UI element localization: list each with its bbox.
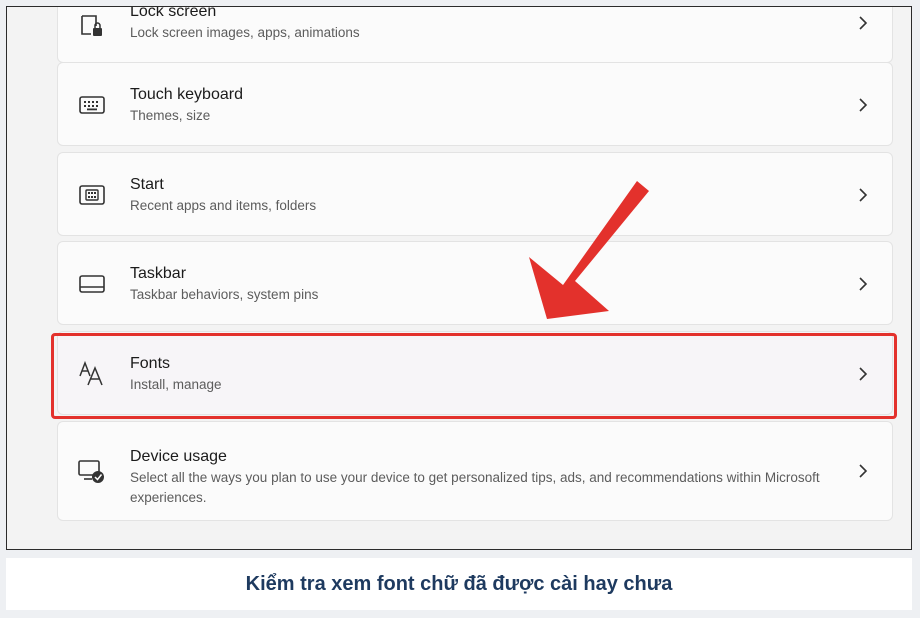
settings-item-touch-keyboard[interactable]: Touch keyboard Themes, size bbox=[57, 62, 893, 146]
taskbar-icon bbox=[78, 270, 106, 298]
chevron-right-icon bbox=[856, 464, 870, 478]
settings-item-start[interactable]: Start Recent apps and items, folders bbox=[57, 152, 893, 236]
chevron-right-icon bbox=[856, 16, 870, 30]
settings-item-title: Device usage bbox=[130, 448, 227, 465]
settings-item-title: Lock screen bbox=[130, 6, 217, 20]
settings-item-taskbar[interactable]: Taskbar Taskbar behaviors, system pins bbox=[57, 241, 893, 325]
chevron-right-icon bbox=[856, 277, 870, 291]
settings-item-subtitle: Taskbar behaviors, system pins bbox=[130, 287, 319, 302]
fonts-highlight-box bbox=[51, 333, 897, 419]
settings-item-title: Start bbox=[130, 176, 164, 193]
image-caption: Kiểm tra xem font chữ đã được cài hay ch… bbox=[6, 558, 912, 610]
settings-item-device-usage[interactable]: Device usage Select all the ways you pla… bbox=[57, 421, 893, 521]
device-usage-icon bbox=[78, 458, 106, 486]
settings-item-title: Taskbar bbox=[130, 265, 187, 282]
keyboard-icon bbox=[78, 91, 106, 119]
settings-item-subtitle: Lock screen images, apps, animations bbox=[130, 25, 360, 40]
chevron-right-icon bbox=[856, 188, 870, 202]
settings-item-lock-screen[interactable]: Lock screen Lock screen images, apps, an… bbox=[57, 6, 893, 63]
lock-screen-icon bbox=[78, 12, 106, 40]
chevron-right-icon bbox=[856, 98, 870, 112]
settings-item-subtitle: Recent apps and items, folders bbox=[130, 198, 317, 213]
settings-item-subtitle: Themes, size bbox=[130, 108, 211, 123]
settings-item-title: Touch keyboard bbox=[130, 86, 243, 103]
screenshot-frame: Lock screen Lock screen images, apps, an… bbox=[6, 6, 912, 550]
settings-item-subtitle: Select all the ways you plan to use your… bbox=[130, 470, 820, 505]
start-icon bbox=[78, 181, 106, 209]
red-arrow-icon bbox=[525, 177, 655, 332]
